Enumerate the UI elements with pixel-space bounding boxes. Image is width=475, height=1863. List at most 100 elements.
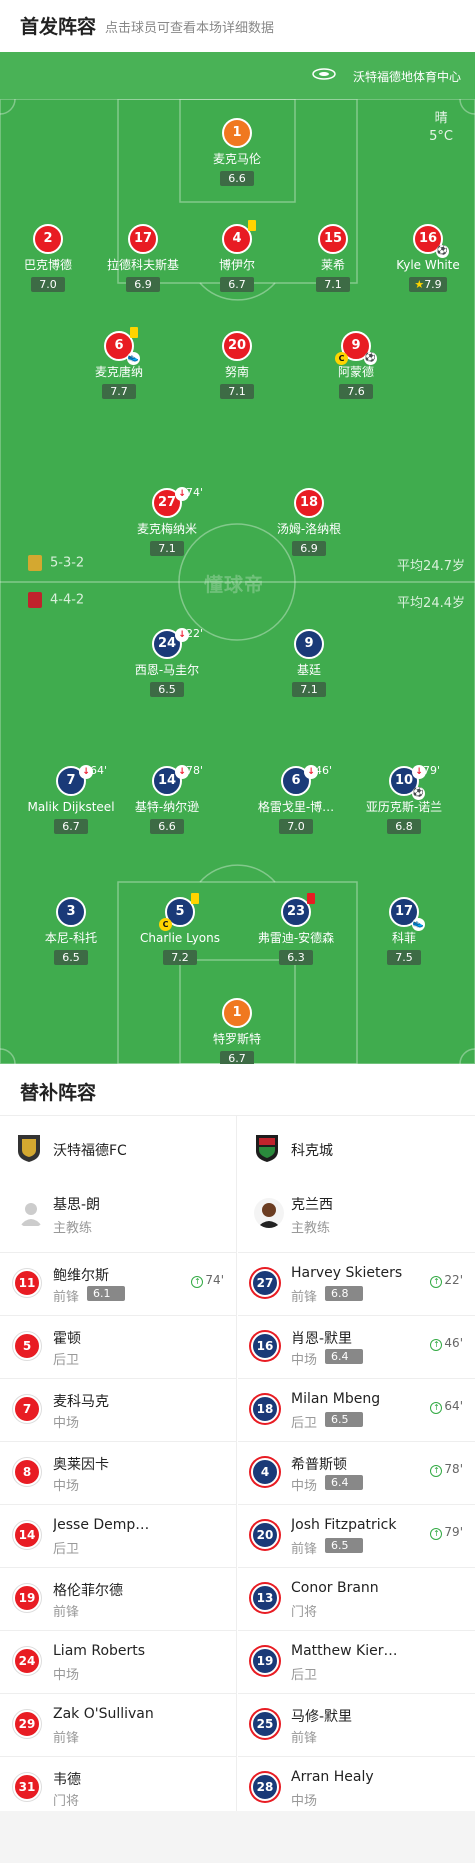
player-rating: 6.6	[150, 819, 184, 834]
sub-player-row[interactable]: 27 Harvey Skieters 前锋 6.8 ↑ 22'	[238, 1252, 475, 1315]
sub-player-row[interactable]: 19 格伦菲尔德 前锋	[0, 1567, 236, 1630]
sub-player-row[interactable]: 19 Matthew Kier… 后卫	[238, 1630, 475, 1693]
player-number-text: 24	[157, 636, 177, 651]
away-player[interactable]: 9 基廷 7.1	[254, 629, 364, 697]
goal-ball-icon: ⚽	[436, 245, 449, 258]
player-number: 9	[294, 629, 324, 659]
sub-player-row[interactable]: 13 Conor Brann 门将	[238, 1567, 475, 1630]
sub-player-row[interactable]: 8 奥莱因卡 中场	[0, 1441, 236, 1504]
sub-player-row[interactable]: 24 Liam Roberts 中场	[0, 1630, 236, 1693]
sub-player-name: Arran Healy	[291, 1769, 374, 1785]
player-rating-value: 7.9	[424, 278, 442, 291]
player-number-text: 9	[304, 636, 314, 651]
sub-player-row[interactable]: 11 鲍维尔斯 前锋 6.1 ↑ 74'	[0, 1252, 236, 1315]
home-team-crest-icon	[18, 1135, 40, 1162]
sub-in-icon: ↑	[430, 1402, 443, 1414]
player-rating: 7.2	[163, 950, 197, 965]
sub-player-row[interactable]: 18 Milan Mbeng 后卫 6.5 ↑ 64'	[238, 1378, 475, 1441]
away-player[interactable]: 7 ↓ 64' Malik Dijksteel 6.7	[16, 764, 126, 834]
sub-player-position: 中场	[291, 1479, 318, 1494]
home-formation-label: 5-3-2	[50, 555, 85, 571]
sub-player-name: 麦科马克	[53, 1394, 109, 1410]
sub-player-row[interactable]: 16 肖恩-默里 中场 6.4 ↑ 46'	[238, 1315, 475, 1378]
sub-player-number: 19	[251, 1647, 279, 1675]
player-rating: 7.0	[31, 277, 65, 292]
sub-player-row[interactable]: 7 麦科马克 中场	[0, 1378, 236, 1441]
sub-player-row[interactable]: 29 Zak O'Sullivan 前锋	[0, 1693, 236, 1756]
away-player[interactable]: 23 弗雷迪-安德森 6.3	[241, 893, 351, 965]
player-number-text: 2	[43, 231, 53, 246]
sub-player-rating: 6.1	[87, 1286, 125, 1301]
away-player[interactable]: 6 ↓ 46' 格雷戈里-博… 7.0	[241, 764, 351, 834]
player-number: 27 ↓	[152, 487, 189, 518]
away-player[interactable]: 5 C Charlie Lyons 7.2	[125, 893, 235, 965]
sub-player-position: 中场	[53, 1479, 80, 1494]
player-number-text: 7	[66, 773, 76, 788]
player-number-text: 23	[286, 904, 306, 919]
sub-player-name: Zak O'Sullivan	[53, 1706, 154, 1722]
player-rating: 6.9	[126, 277, 160, 292]
player-name: 麦克梅纳米	[136, 522, 197, 536]
home-player[interactable]: 9 ⚽ C 阿蒙德 7.6	[301, 331, 411, 399]
red-card-icon	[307, 893, 315, 904]
sub-player-position: 中场	[291, 1794, 318, 1809]
sub-player-number: 24	[13, 1647, 41, 1675]
home-player[interactable]: 18 汤姆-洛纳根 6.9	[254, 488, 364, 556]
player-rating: 6.5	[150, 682, 184, 697]
sub-player-row[interactable]: 14 Jesse Demp… 后卫	[0, 1504, 236, 1567]
home-coach[interactable]: 基思-朗 主教练	[0, 1176, 236, 1252]
away-player[interactable]: 1 特罗斯特 6.7	[182, 998, 292, 1064]
home-player[interactable]: 4 博伊尔 6.7	[182, 220, 292, 292]
weather: 晴 5°C	[429, 110, 453, 146]
home-player[interactable]: 15 莱希 7.1	[278, 224, 388, 292]
subs-title: 替补阵容	[20, 1082, 97, 1104]
lineup-header: 首发阵容 点击球员可查看本场详细数据	[0, 0, 475, 52]
home-player[interactable]: 1 麦克马伦 6.6	[182, 118, 292, 186]
sub-player-name: 鲍维尔斯	[53, 1268, 109, 1284]
sub-player-position: 前锋	[291, 1290, 318, 1305]
sub-player-position: 前锋	[53, 1290, 80, 1305]
sub-player-row[interactable]: 28 Arran Healy 中场	[238, 1756, 475, 1819]
player-number-text: 16	[418, 231, 438, 246]
home-player[interactable]: 6 👟 麦克唐纳 7.7	[64, 327, 174, 399]
player-rating: 7.0	[279, 819, 313, 834]
player-rating: 7.6	[339, 384, 373, 399]
assist-icon: 👟	[127, 352, 140, 365]
sub-player-row[interactable]: 31 韦德 门将	[0, 1756, 236, 1819]
home-player[interactable]: 16 ⚽ Kyle White ★7.9	[373, 224, 475, 292]
away-coach[interactable]: 克兰西 主教练	[238, 1176, 475, 1252]
watermark: 懂球帝	[204, 574, 265, 596]
away-player[interactable]: 3 本尼-科托 6.5	[16, 897, 126, 965]
player-number-text: 14	[157, 773, 177, 788]
home-player[interactable]: 20 努南 7.1	[182, 331, 292, 399]
player-number: 2	[33, 224, 63, 254]
player-name: 西恩-马圭尔	[134, 663, 200, 677]
player-number: 17	[128, 224, 158, 254]
sub-player-rating: 6.8	[325, 1286, 363, 1301]
footer-spacer	[0, 1811, 475, 1863]
player-rating-value: 6.7	[228, 278, 246, 291]
sub-in-minute: ↑ 78'	[430, 1462, 463, 1477]
sub-player-name: Harvey Skieters	[291, 1265, 403, 1281]
sub-player-row[interactable]: 5 霍顿 后卫	[0, 1315, 236, 1378]
sub-player-position: 后卫	[53, 1353, 80, 1368]
home-team[interactable]: 沃特福德FC	[0, 1116, 236, 1176]
away-player[interactable]: 14 ↓ 78' 基特-纳尔逊 6.6	[112, 764, 222, 834]
away-player[interactable]: 24 ↓ 22' 西恩-马圭尔 6.5	[112, 627, 222, 697]
home-coach-name: 基思-朗	[53, 1197, 101, 1213]
sub-player-number: 28	[251, 1773, 279, 1801]
player-rating-value: 7.0	[39, 278, 57, 291]
away-player[interactable]: 10 ↓ ⚽ 79' 亚历克斯-诺兰 6.8	[349, 764, 459, 834]
sub-player-row[interactable]: 4 希普斯顿 中场 6.4 ↑ 78'	[238, 1441, 475, 1504]
sub-player-position: 前锋	[291, 1731, 318, 1746]
weather-condition: 晴	[434, 111, 448, 126]
away-team[interactable]: 科克城	[238, 1116, 475, 1176]
sub-player-row[interactable]: 25 马修-默里 前锋	[238, 1693, 475, 1756]
player-rating: 6.6	[220, 171, 254, 186]
sub-player-row[interactable]: 20 Josh Fitzpatrick 前锋 6.5 ↑ 79'	[238, 1504, 475, 1567]
player-number-text: 1	[232, 125, 242, 140]
home-player[interactable]: 27 ↓ 74' 麦克梅纳米 7.1	[112, 486, 222, 556]
away-player[interactable]: 17 👟 科菲 7.5	[349, 897, 459, 965]
sub-in-minute: ↑ 74'	[191, 1273, 224, 1288]
player-number: 23	[281, 893, 315, 927]
